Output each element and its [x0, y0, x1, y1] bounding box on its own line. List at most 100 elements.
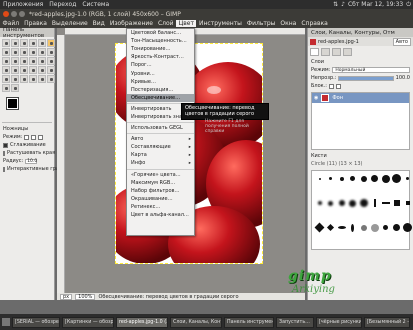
scissors-tool-icon[interactable] — [47, 39, 55, 47]
menu-item-color-balance[interactable]: Цветовой баланс… — [127, 29, 194, 37]
brush-cell[interactable] — [403, 223, 412, 233]
layer-name[interactable]: Фон — [332, 95, 343, 101]
ink-tool-icon[interactable] — [29, 75, 37, 83]
foreground-select-tool-icon[interactable] — [2, 48, 10, 56]
menu-item-colorize[interactable]: Тонирование… — [127, 45, 194, 53]
flip-tool-icon[interactable] — [2, 66, 10, 74]
crop-tool-icon[interactable] — [11, 57, 19, 65]
brush-cell[interactable] — [337, 174, 346, 183]
brush-cell[interactable] — [392, 199, 401, 208]
brush-cell[interactable] — [326, 199, 335, 208]
tab-undo[interactable] — [343, 48, 352, 56]
heal-tool-icon[interactable] — [47, 75, 55, 83]
dock-image-select[interactable]: red-apples.jpg-1 — [318, 39, 359, 45]
task-black-pictures[interactable]: [чёрные рисунки… — [316, 316, 362, 328]
brush-cell[interactable] — [392, 223, 401, 232]
align-tool-icon[interactable] — [2, 57, 10, 65]
system-menu-applications[interactable]: Приложения — [0, 1, 46, 8]
smudge-tool-icon[interactable] — [2, 84, 10, 92]
menu-item-map[interactable]: Карта ▸ — [127, 151, 194, 159]
color-picker-tool-icon[interactable] — [20, 48, 28, 56]
brush-cell[interactable] — [326, 223, 335, 232]
brush-cell[interactable] — [348, 174, 357, 183]
menu-image[interactable]: Изображение — [107, 20, 155, 27]
close-window-button[interactable] — [3, 11, 9, 17]
menu-item-retinex[interactable]: Ретинекс… — [127, 203, 194, 211]
menu-item-max-rgb[interactable]: Максимум RGB… — [127, 179, 194, 187]
brush-cell[interactable] — [315, 174, 324, 183]
brush-cell[interactable] — [392, 174, 401, 183]
fg-bg-colors[interactable] — [3, 96, 51, 120]
menu-tools[interactable]: Инструменты — [196, 20, 244, 27]
brush-cell[interactable] — [337, 199, 346, 208]
measure-tool-icon[interactable] — [38, 48, 46, 56]
network-icon[interactable]: ⇅ — [333, 1, 338, 8]
brush-cell[interactable] — [381, 223, 390, 232]
brush-cell[interactable] — [348, 199, 357, 208]
menu-item-threshold[interactable]: Порог… — [127, 61, 194, 69]
task-toolbox[interactable]: Панель инструментов — [224, 316, 274, 328]
brush-cell[interactable] — [337, 223, 346, 232]
task-layers-dock[interactable]: Слои, Каналы, Конту… — [170, 316, 222, 328]
radius-input[interactable]: 10.0 — [25, 158, 37, 164]
eraser-tool-icon[interactable] — [11, 75, 19, 83]
brush-cell[interactable] — [403, 174, 412, 183]
dodge-burn-tool-icon[interactable] — [11, 84, 19, 92]
brush-cell[interactable] — [359, 174, 368, 183]
move-tool-icon[interactable] — [47, 48, 55, 56]
brush-cell[interactable] — [370, 174, 379, 183]
menu-item-auto[interactable]: Авто ▸ — [127, 135, 194, 143]
brush-cell[interactable] — [381, 174, 390, 183]
interactive-checkbox[interactable] — [3, 166, 5, 172]
brush-cell[interactable] — [315, 199, 324, 208]
antialias-checkbox[interactable] — [3, 142, 8, 148]
layer-mode-select[interactable]: Нормальный — [332, 67, 410, 73]
feather-row[interactable]: Растушевать края — [0, 149, 55, 157]
bucket-fill-tool-icon[interactable] — [29, 66, 37, 74]
clock[interactable]: Сбт Mar 12, 19:33 — [348, 1, 403, 8]
brush-cell[interactable] — [403, 199, 412, 208]
menu-item-hue-saturation[interactable]: Тон-Насыщенность… — [127, 37, 194, 45]
tab-channels[interactable] — [321, 48, 330, 56]
rotate-tool-icon[interactable] — [20, 57, 28, 65]
units-select[interactable]: px — [60, 293, 73, 300]
power-icon[interactable]: ⏻ — [406, 1, 411, 9]
menu-item-colorify[interactable]: Окрашивание… — [127, 195, 194, 203]
foreground-color-swatch[interactable] — [6, 97, 19, 110]
menu-item-brightness-contrast[interactable]: Яркость-Контраст… — [127, 53, 194, 61]
brush-cell[interactable] — [314, 222, 325, 233]
menu-item-filter-pack[interactable]: Набор фильтров… — [127, 187, 194, 195]
shear-tool-icon[interactable] — [38, 57, 46, 65]
fuzzy-select-tool-icon[interactable] — [29, 39, 37, 47]
lock-pixels-checkbox[interactable] — [328, 83, 334, 89]
zoom-tool-icon[interactable] — [29, 48, 37, 56]
show-desktop-icon[interactable] — [2, 318, 10, 326]
auto-button[interactable]: Авто — [392, 37, 411, 46]
menu-windows[interactable]: Окна — [278, 20, 299, 27]
task-serial[interactable]: [SERIAL — обозрева… — [12, 316, 60, 328]
blend-tool-icon[interactable] — [38, 66, 46, 74]
menu-item-info[interactable]: Инфо ▸ — [127, 159, 194, 167]
tab-layers[interactable] — [310, 48, 319, 56]
menu-item-curves[interactable]: Кривые… — [127, 78, 194, 86]
color-select-tool-icon[interactable] — [38, 39, 46, 47]
free-select-tool-icon[interactable] — [20, 39, 28, 47]
menu-layer[interactable]: Слой — [155, 20, 176, 27]
menu-item-posterize[interactable]: Постеризация… — [127, 86, 194, 94]
opacity-value[interactable]: 100.0 — [396, 75, 410, 81]
system-menu-places[interactable]: Переход — [46, 1, 79, 8]
brush-cell[interactable] — [348, 223, 357, 232]
vertical-ruler[interactable] — [57, 35, 65, 293]
mode-add-icon[interactable] — [31, 134, 37, 140]
brush-cell[interactable] — [326, 174, 335, 183]
antialias-row[interactable]: Сглаживание — [0, 141, 54, 149]
task-gimp-image[interactable]: red-apples.jpg-1.0 (… — [116, 316, 168, 328]
task-untitled[interactable]: [Безымянный 2 - Kat… — [364, 316, 410, 328]
menu-filters[interactable]: Фильтры — [244, 20, 277, 27]
menu-item-color-to-alpha[interactable]: Цвет в альфа-канал… — [127, 211, 194, 219]
brush-cell[interactable] — [381, 199, 390, 208]
perspective-tool-icon[interactable] — [47, 57, 55, 65]
menu-item-desaturate[interactable]: Обесцвечивание… — [127, 93, 194, 102]
menu-colors[interactable]: Цвет — [176, 20, 197, 27]
mode-replace-icon[interactable] — [24, 134, 30, 140]
